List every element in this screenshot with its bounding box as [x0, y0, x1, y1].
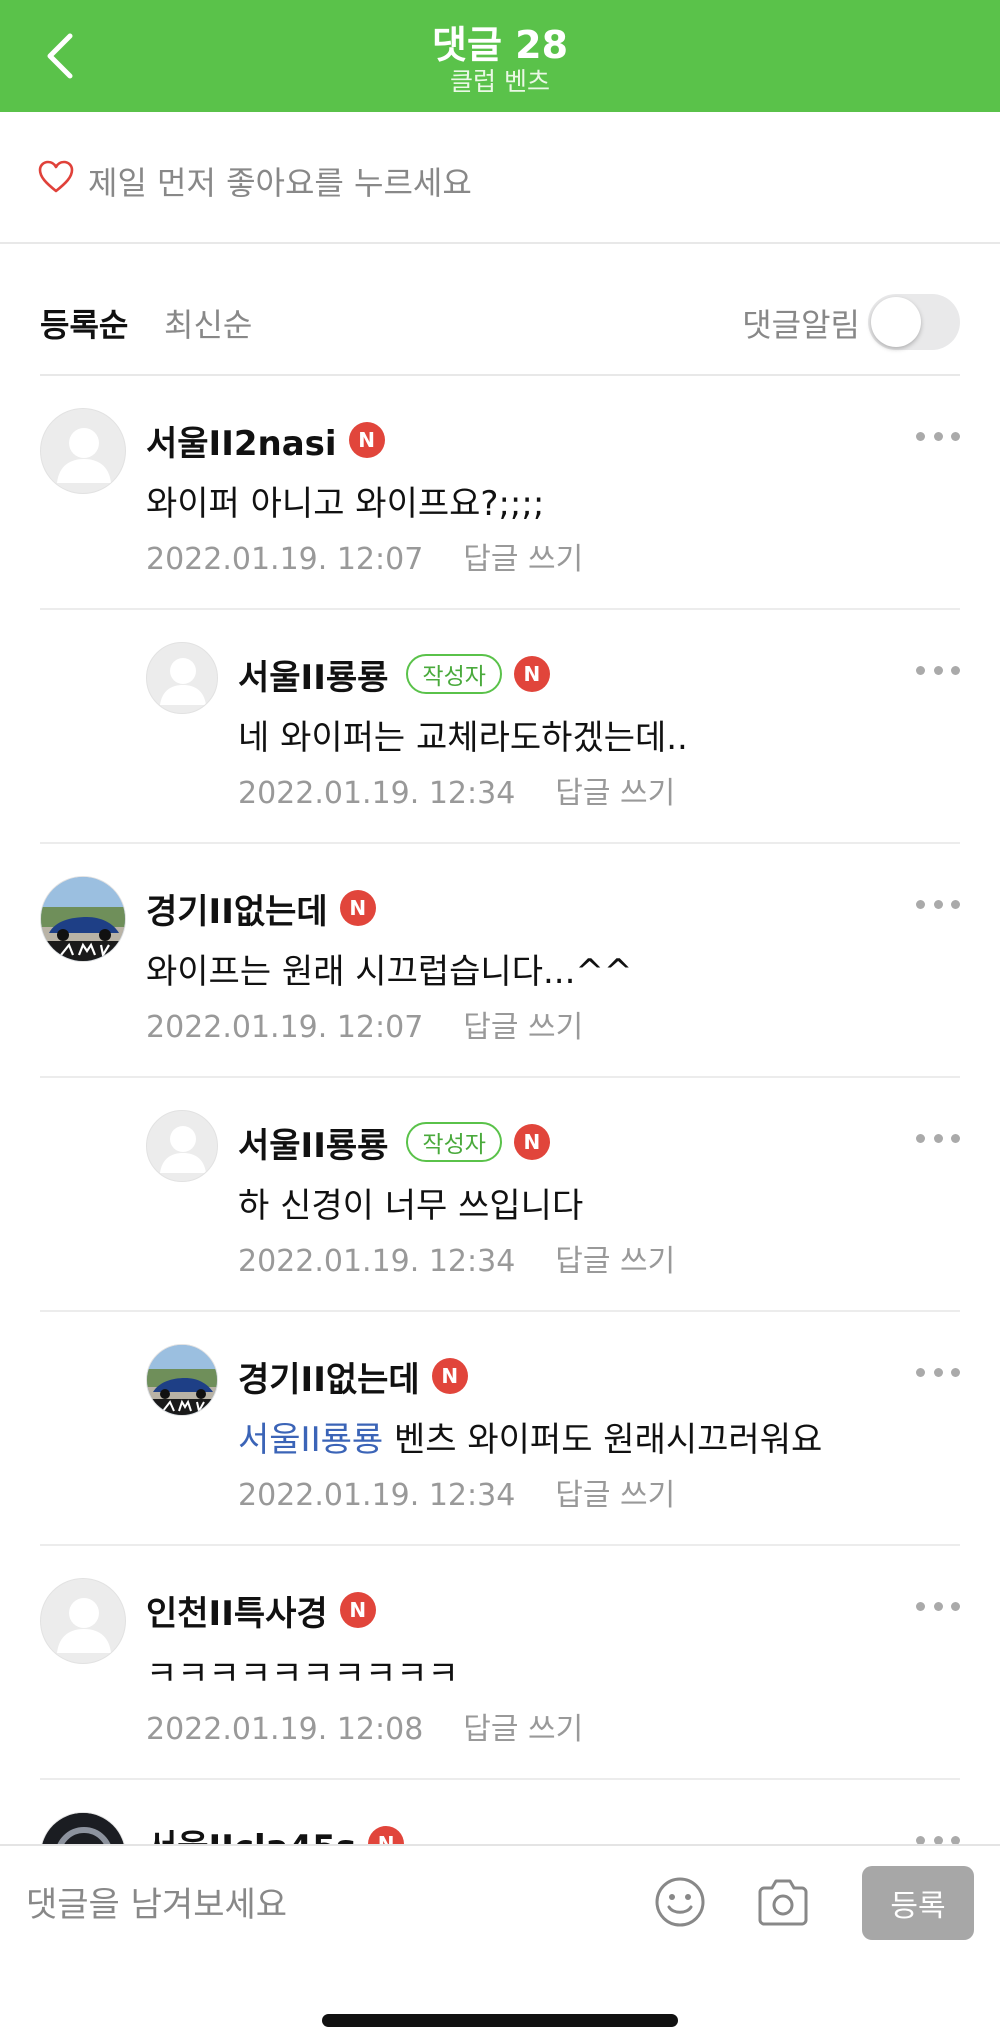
camera-icon[interactable]	[756, 1878, 810, 1926]
comment-text: 와이프는 원래 시끄럽습니다...^^	[146, 952, 633, 992]
comment-date: 2022.01.19. 12:07	[146, 1010, 424, 1045]
avatar[interactable]	[146, 1110, 218, 1182]
sort-bar: 등록순 최신순 댓글알림	[40, 244, 960, 376]
comment-item: 서울IIcla45s N	[0, 1780, 1000, 1844]
new-badge: N	[431, 1358, 468, 1394]
more-options-icon[interactable]	[916, 897, 960, 911]
comment-header: 경기II없는데 N	[146, 884, 376, 933]
more-options-icon[interactable]	[916, 1599, 960, 1613]
comment-meta: 2022.01.19. 12:34 답글 쓰기	[238, 1470, 675, 1514]
nickname[interactable]: 서울II2nasi	[146, 416, 337, 465]
more-options-icon[interactable]	[916, 663, 960, 677]
reply-button[interactable]: 답글 쓰기	[555, 1244, 675, 1279]
reply-button[interactable]: 답글 쓰기	[463, 1010, 583, 1045]
comment-text: ㅋㅋㅋㅋㅋㅋㅋㅋㅋㅋ	[146, 1654, 459, 1694]
comment-meta: 2022.01.19. 12:34 답글 쓰기	[238, 1236, 675, 1280]
comment-header: 인천II특사경 N	[146, 1586, 376, 1635]
more-options-icon[interactable]	[916, 1131, 960, 1145]
comment-meta: 2022.01.19. 12:08 답글 쓰기	[146, 1704, 583, 1748]
reply-item: 서울II룡룡 작성자 N 하 신경이 너무 쓰입니다 2022.01.19. 1…	[0, 1078, 1000, 1312]
new-badge: N	[513, 656, 550, 692]
comment-item: 인천II특사경 N ㅋㅋㅋㅋㅋㅋㅋㅋㅋㅋ 2022.01.19. 12:08 답글…	[0, 1546, 1000, 1780]
avatar[interactable]	[146, 642, 218, 714]
like-row[interactable]: 제일 먼저 좋아요를 누르세요	[0, 112, 1000, 244]
avatar-photo[interactable]	[146, 1344, 218, 1416]
avatar[interactable]	[40, 1578, 126, 1664]
toggle-knob	[871, 297, 921, 347]
comment-date: 2022.01.19. 12:34	[238, 1478, 516, 1513]
emoji-icon[interactable]	[654, 1876, 706, 1928]
comment-date: 2022.01.19. 12:34	[238, 1244, 516, 1279]
comment-text-body: 벤츠 와이퍼도 원래시끄러워요	[394, 1420, 823, 1460]
comment-date: 2022.01.19. 12:34	[238, 776, 516, 811]
comment-meta: 2022.01.19. 12:34 답글 쓰기	[238, 768, 675, 812]
nickname[interactable]: 서울II룡룡	[238, 650, 388, 699]
top-bar: 댓글 28 클럽 벤츠	[0, 0, 1000, 112]
more-options-icon[interactable]	[916, 1833, 960, 1844]
mention-link[interactable]: 서울II룡룡	[238, 1420, 383, 1460]
more-options-icon[interactable]	[916, 1365, 960, 1379]
comment-item: 서울II2nasi N 와이퍼 아니고 와이프요?;;;; 2022.01.19…	[0, 376, 1000, 610]
nickname[interactable]: 서울II룡룡	[238, 1118, 388, 1167]
comment-text: 네 와이퍼는 교체라도하겠는데..	[238, 718, 688, 758]
avatar-photo[interactable]	[40, 876, 126, 962]
more-options-icon[interactable]	[916, 429, 960, 443]
nickname[interactable]: 경기II없는데	[238, 1352, 420, 1401]
reply-button[interactable]: 답글 쓰기	[463, 1712, 583, 1747]
heart-icon[interactable]	[38, 160, 74, 194]
comment-date: 2022.01.19. 12:08	[146, 1712, 424, 1747]
new-badge: N	[348, 422, 385, 458]
sort-newest-tab[interactable]: 최신순	[164, 300, 252, 346]
new-badge: N	[513, 1124, 550, 1160]
like-prompt[interactable]: 제일 먼저 좋아요를 누르세요	[88, 158, 472, 204]
nickname[interactable]: 경기II없는데	[146, 884, 328, 933]
reply-item: 서울II룡룡 작성자 N 네 와이퍼는 교체라도하겠는데.. 2022.01.1…	[0, 610, 1000, 844]
reply-button[interactable]: 답글 쓰기	[555, 1478, 675, 1513]
comment-header: 경기II없는데 N	[238, 1352, 468, 1401]
comment-notify-toggle[interactable]	[868, 294, 960, 350]
comment-text: 하 신경이 너무 쓰입니다	[238, 1186, 584, 1226]
comment-meta: 2022.01.19. 12:07 답글 쓰기	[146, 534, 583, 578]
avatar-photo[interactable]	[40, 1812, 126, 1844]
sort-registered-tab[interactable]: 등록순	[40, 300, 128, 346]
submit-button[interactable]: 등록	[862, 1866, 974, 1940]
comment-header: 서울IIcla45s N	[146, 1820, 405, 1845]
reply-item: 경기II없는데 N 서울II룡룡 벤츠 와이퍼도 원래시끄러워요 2022.01…	[0, 1312, 1000, 1546]
comment-text: 서울II룡룡 벤츠 와이퍼도 원래시끄러워요	[238, 1412, 822, 1461]
comment-header: 서울II룡룡 작성자 N	[238, 650, 550, 699]
comment-header: 서울II룡룡 작성자 N	[238, 1118, 550, 1167]
new-badge: N	[339, 890, 376, 926]
writer-badge: 작성자	[406, 654, 502, 694]
club-name: 클럽 벤츠	[450, 67, 550, 96]
reply-button[interactable]: 답글 쓰기	[555, 776, 675, 811]
writer-badge: 작성자	[406, 1122, 502, 1162]
nickname[interactable]: 서울IIcla45s	[146, 1820, 356, 1845]
page-title: 댓글 28	[431, 23, 569, 67]
reply-button[interactable]: 답글 쓰기	[463, 542, 583, 577]
comment-item: 경기II없는데 N 와이프는 원래 시끄럽습니다...^^ 2022.01.19…	[0, 844, 1000, 1078]
home-indicator[interactable]	[322, 2014, 678, 2027]
new-badge: N	[339, 1592, 376, 1628]
avatar[interactable]	[40, 408, 126, 494]
comment-text: 와이퍼 아니고 와이프요?;;;;	[146, 484, 545, 524]
comment-date: 2022.01.19. 12:07	[146, 542, 424, 577]
comment-input[interactable]	[26, 1872, 606, 1938]
comment-input-bar: 등록	[0, 1844, 1000, 2041]
comment-meta: 2022.01.19. 12:07 답글 쓰기	[146, 1002, 583, 1046]
comment-notify-label: 댓글알림	[742, 306, 860, 344]
comment-header: 서울II2nasi N	[146, 416, 385, 465]
nickname[interactable]: 인천II특사경	[146, 1586, 328, 1635]
new-badge: N	[368, 1826, 405, 1844]
